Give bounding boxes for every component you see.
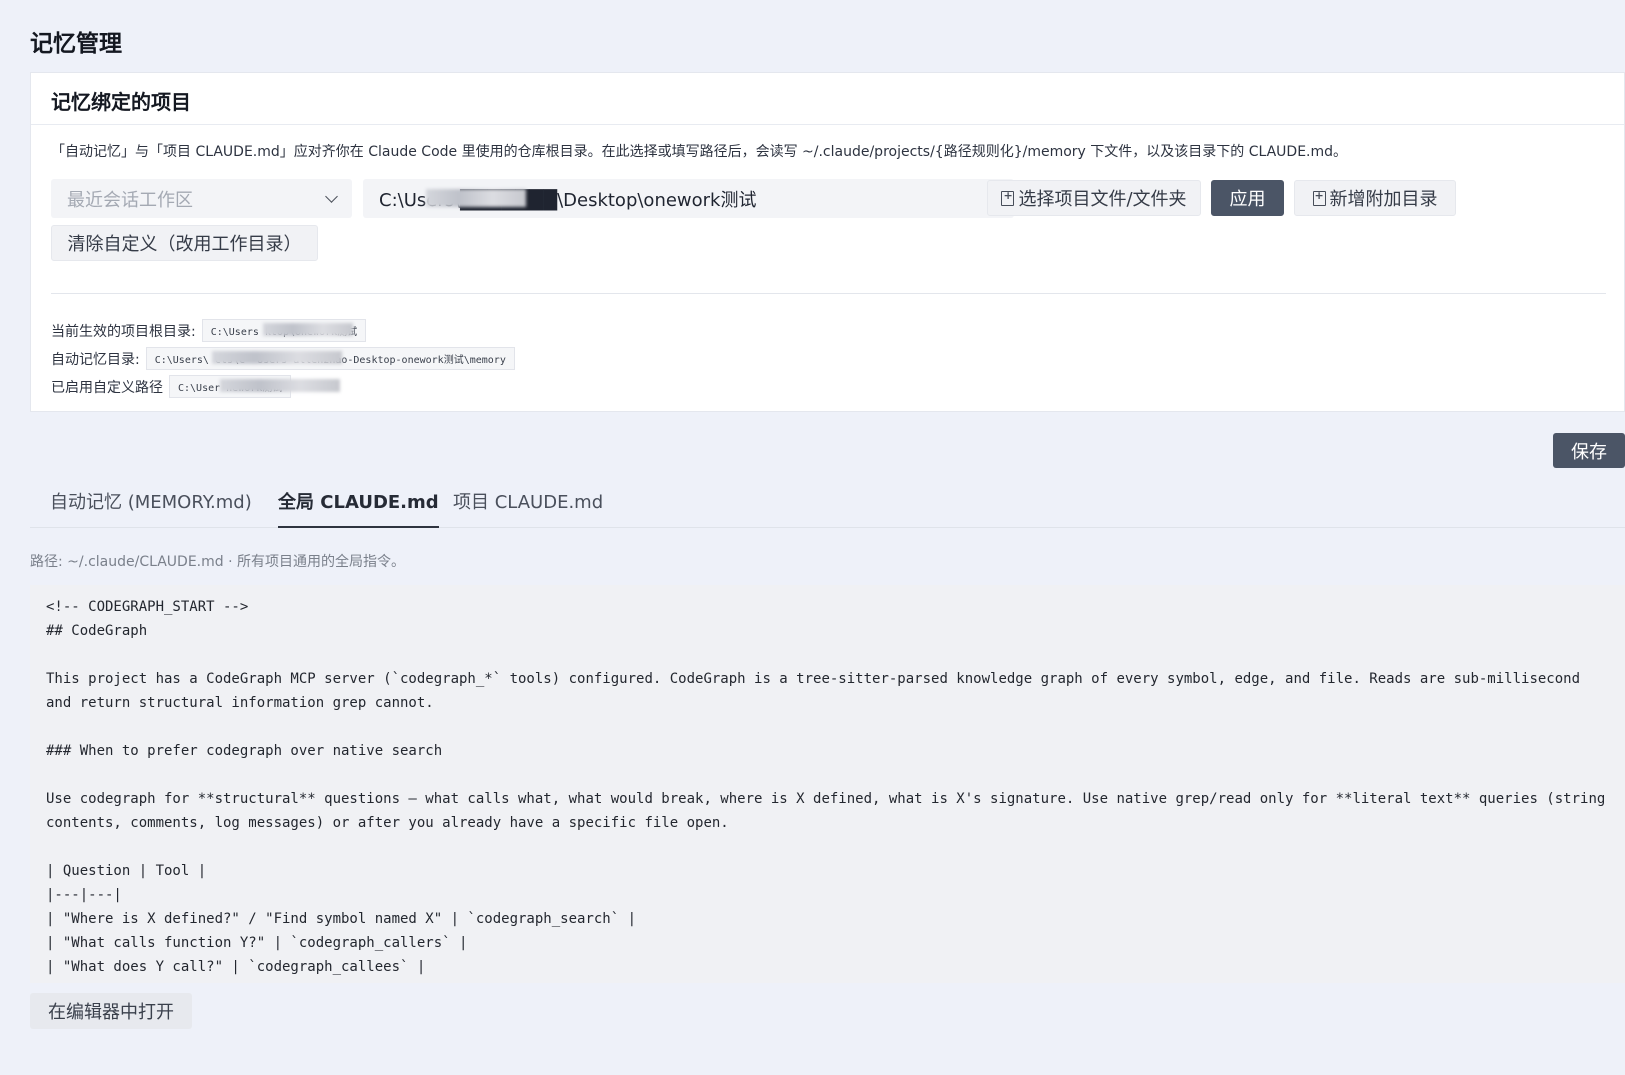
custom-path-value: C:\User nework测试: [169, 375, 340, 398]
memory-dir-row: 自动记忆目录: C:\Users\ cts\C--Users-allenzhao…: [51, 347, 515, 370]
custom-path-row: 已启用自定义路径 C:\User nework测试: [51, 375, 340, 398]
memory-binding-card: 记忆绑定的项目 「自动记忆」与「项目 CLAUDE.md」应对齐你在 Claud…: [30, 72, 1625, 412]
tab-bar: 自动记忆 (MEMORY.md) 全局 CLAUDE.md 项目 CLAUDE.…: [30, 488, 1625, 528]
root-dir-label: 当前生效的项目根目录:: [51, 323, 196, 340]
open-in-editor-button[interactable]: 在编辑器中打开: [30, 993, 192, 1029]
custom-path-label: 已启用自定义路径: [51, 379, 163, 396]
path-hint: 路径: ~/.claude/CLAUDE.md · 所有项目通用的全局指令。: [30, 554, 405, 570]
workspace-select[interactable]: 最近会话工作区: [51, 179, 352, 218]
page-title: 记忆管理: [30, 31, 122, 57]
workspace-select-placeholder: 最近会话工作区: [67, 189, 193, 211]
apply-button[interactable]: 应用: [1211, 180, 1284, 216]
root-dir-row: 当前生效的项目根目录: C:\Users ktop\onework测试: [51, 319, 367, 342]
redacted-region: [426, 189, 526, 207]
tab-project-claude[interactable]: 项目 CLAUDE.md: [453, 488, 603, 528]
claude-md-editor[interactable]: <!-- CODEGRAPH_START --> ## CodeGraph Th…: [30, 585, 1625, 983]
choose-project-button[interactable]: 选择项目文件/文件夹: [987, 180, 1201, 216]
tab-global-claude[interactable]: 全局 CLAUDE.md: [278, 488, 439, 528]
choose-project-label: 选择项目文件/文件夹: [1018, 189, 1187, 210]
file-add-icon: [1001, 189, 1015, 206]
card-description: 「自动记忆」与「项目 CLAUDE.md」应对齐你在 Claude Code 里…: [51, 144, 1348, 160]
add-directory-button[interactable]: 新增附加目录: [1294, 180, 1456, 216]
memory-dir-value: C:\Users\ cts\C--Users-allenzhao-Desktop…: [145, 347, 515, 370]
apply-label: 应用: [1229, 189, 1266, 210]
tab-auto-memory[interactable]: 自动记忆 (MEMORY.md): [50, 488, 252, 528]
root-dir-value: C:\Users ktop\onework测试: [201, 319, 367, 342]
add-directory-label: 新增附加目录: [1329, 189, 1438, 210]
memory-dir-label: 自动记忆目录:: [51, 351, 140, 368]
card-title: 记忆绑定的项目: [31, 73, 1624, 125]
chevron-down-icon: [325, 189, 338, 203]
clear-custom-button[interactable]: 清除自定义（改用工作目录）: [51, 225, 318, 261]
save-button[interactable]: 保存: [1553, 433, 1625, 468]
divider: [51, 293, 1606, 294]
file-add-icon: [1312, 189, 1326, 206]
clear-custom-label: 清除自定义（改用工作目录）: [67, 234, 302, 255]
